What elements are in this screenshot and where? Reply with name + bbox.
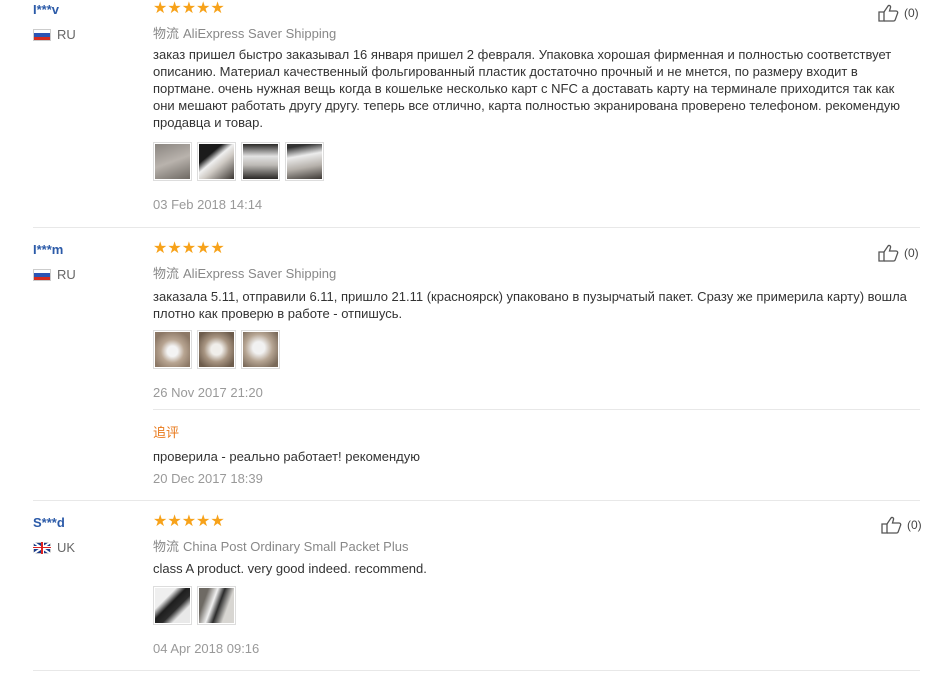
helpful-vote[interactable]: (0): [881, 516, 922, 534]
review-date: 03 Feb 2018 14:14: [153, 197, 263, 212]
reviewer-name[interactable]: I***m: [33, 242, 63, 257]
russia-flag-icon: [33, 268, 51, 281]
shipping-method: 物流 China Post Ordinary Small Packet Plus: [153, 536, 408, 555]
review-photos: [153, 142, 324, 181]
helpful-vote[interactable]: (0): [878, 244, 919, 262]
helpful-count: (0): [904, 246, 919, 260]
review-date: 26 Nov 2017 21:20: [153, 385, 263, 400]
thumbs-up-icon: [881, 516, 902, 534]
shipping-label: 物流: [153, 539, 180, 554]
rating-stars: ★★★★★: [153, 240, 225, 257]
helpful-count: (0): [904, 6, 919, 20]
review-photo[interactable]: [153, 330, 192, 369]
shipping-name: China Post Ordinary Small Packet Plus: [183, 539, 409, 554]
followup-text: проверила - реально работает! рекомендую: [153, 449, 420, 464]
shipping-label: 物流: [153, 26, 180, 41]
review-photo[interactable]: [153, 586, 192, 625]
thumbs-up-icon: [878, 4, 899, 22]
review-photo[interactable]: [241, 330, 280, 369]
review-photo[interactable]: [153, 142, 192, 181]
uk-flag-icon: [33, 541, 51, 554]
reviewer-country: RU: [33, 267, 76, 282]
helpful-vote[interactable]: (0): [878, 4, 919, 22]
followup-divider: [153, 409, 920, 410]
followup-title: 追评: [153, 425, 180, 440]
reviewer-name[interactable]: I***v: [33, 2, 59, 17]
review-photos: [153, 330, 280, 369]
country-code: RU: [57, 267, 76, 282]
review-divider: [33, 500, 920, 501]
review-photo[interactable]: [197, 330, 236, 369]
review-date: 04 Apr 2018 09:16: [153, 641, 260, 656]
review-photo[interactable]: [241, 142, 280, 181]
review-photo[interactable]: [285, 142, 324, 181]
shipping-method: 物流 AliExpress Saver Shipping: [153, 23, 336, 42]
review-text: class A product. very good indeed. recom…: [153, 561, 427, 576]
review-photo[interactable]: [197, 586, 236, 625]
rating-stars: ★★★★★: [153, 513, 225, 530]
review-divider: [33, 670, 920, 671]
country-code: RU: [57, 27, 76, 42]
followup-date: 20 Dec 2017 18:39: [153, 471, 263, 486]
review-text: заказ пришел быстро заказывал 16 января …: [153, 47, 900, 130]
rating-stars: ★★★★★: [153, 0, 225, 17]
russia-flag-icon: [33, 28, 51, 41]
shipping-name: AliExpress Saver Shipping: [183, 26, 337, 41]
reviewer-country: UK: [33, 540, 75, 555]
helpful-count: (0): [907, 518, 922, 532]
review-divider: [33, 227, 920, 228]
reviewer-country: RU: [33, 27, 76, 42]
review-photos: [153, 586, 236, 625]
review-photo[interactable]: [197, 142, 236, 181]
shipping-method: 物流 AliExpress Saver Shipping: [153, 263, 336, 282]
shipping-label: 物流: [153, 266, 180, 281]
reviewer-name[interactable]: S***d: [33, 515, 65, 530]
thumbs-up-icon: [878, 244, 899, 262]
shipping-name: AliExpress Saver Shipping: [183, 266, 337, 281]
country-code: UK: [57, 540, 76, 555]
review-text: заказала 5.11, отправили 6.11, пришло 21…: [153, 289, 907, 321]
